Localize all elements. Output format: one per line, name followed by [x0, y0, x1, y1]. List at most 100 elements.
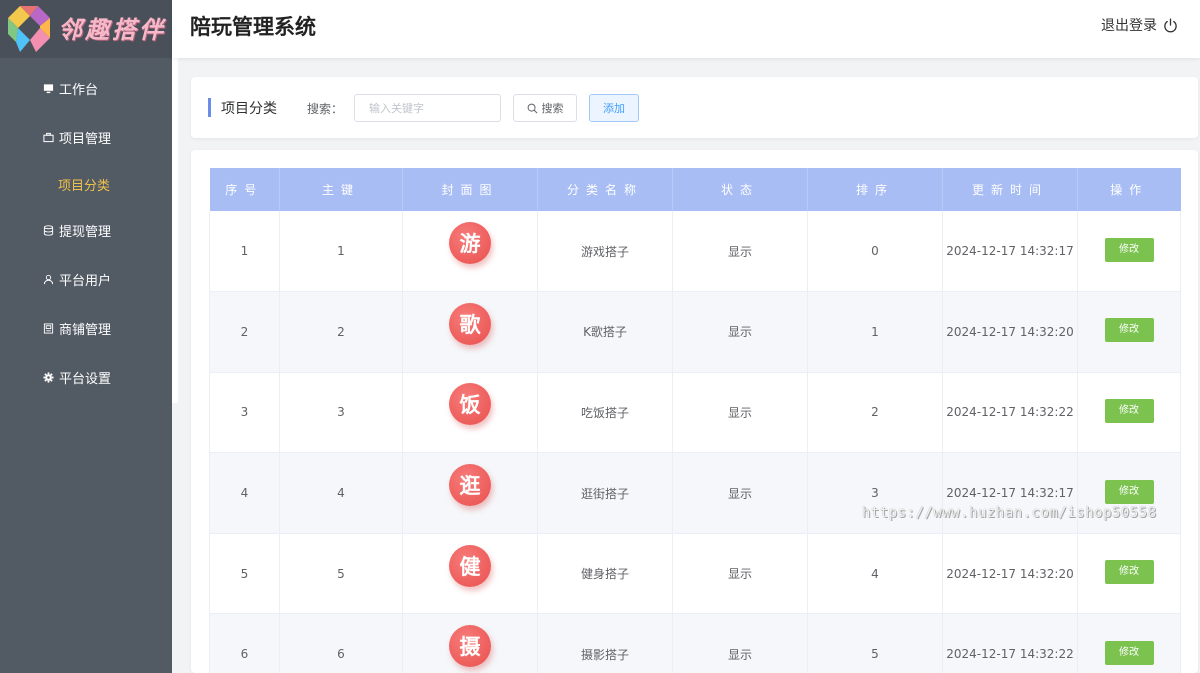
cell-status: 显示 [672, 613, 808, 673]
cell-id: 5 [279, 533, 403, 615]
cell-index: 1 [209, 211, 280, 293]
cell-cover: 健 [402, 533, 538, 615]
cell-status: 显示 [672, 291, 808, 373]
power-icon [1164, 17, 1177, 32]
column-header-sort[interactable]: 排序 [807, 168, 943, 211]
sidebar-item-withdrawal-management[interactable]: 提现管理 [0, 206, 172, 255]
section-title: 项目分类 [221, 101, 277, 117]
cell-name: 吃饭搭子 [537, 372, 673, 454]
cell-index: 2 [209, 291, 280, 373]
cell-id: 3 [279, 372, 403, 454]
cell-name: 摄影搭子 [537, 613, 673, 673]
table-header-row: 序号 主键 封面图 分类名称 状态 排序 更新时间 操作 [209, 168, 1181, 211]
sidebar-item-platform-users[interactable]: 平台用户 [0, 255, 172, 304]
sidebar-item-workbench[interactable]: 工作台 [0, 64, 172, 113]
cover-image: 饭 [449, 383, 491, 426]
search-button[interactable]: 搜索 [513, 94, 577, 122]
cell-id: 4 [279, 452, 403, 534]
logo-mark-icon [8, 6, 50, 52]
cell-updated: 2024-12-17 14:32:17 [942, 452, 1078, 534]
cell-index: 4 [209, 452, 280, 534]
cover-image: 健 [449, 544, 491, 587]
cell-action: 修改 [1077, 613, 1181, 673]
search-panel: 项目分类 搜索： 搜索 添加 [191, 77, 1198, 138]
cell-updated: 2024-12-17 14:32:20 [942, 291, 1078, 373]
cell-updated: 2024-12-17 14:32:17 [942, 211, 1078, 293]
cover-image: 摄 [449, 625, 491, 668]
cell-cover: 游 [402, 211, 538, 293]
cell-action: 修改 [1077, 211, 1181, 293]
sidebar-item-label: 提现管理 [59, 225, 112, 240]
column-header-action[interactable]: 操作 [1077, 168, 1181, 211]
cover-image: 游 [449, 222, 491, 265]
logout-label: 退出登录 [1101, 18, 1157, 34]
page-title: 陪玩管理系统 [190, 15, 316, 39]
shop-icon [42, 323, 54, 335]
search-input[interactable] [354, 94, 501, 122]
cell-id: 1 [279, 211, 403, 293]
column-header-index[interactable]: 序号 [209, 168, 280, 211]
sidebar-divider [172, 58, 178, 403]
logo-text: 邻趣搭伴 [58, 15, 166, 44]
cell-index: 3 [209, 372, 280, 454]
cell-cover: 摄 [402, 613, 538, 673]
cell-cover: 逛 [402, 452, 538, 534]
edit-button[interactable]: 修改 [1104, 398, 1154, 423]
cell-status: 显示 [672, 211, 808, 293]
sidebar-item-project-management[interactable]: 项目管理 [0, 113, 172, 162]
cell-index: 5 [209, 533, 280, 615]
sidebar-item-platform-settings[interactable]: 平台设置 [0, 353, 172, 402]
cell-sort: 5 [807, 613, 943, 673]
column-header-status[interactable]: 状态 [672, 168, 808, 211]
add-button[interactable]: 添加 [589, 94, 639, 122]
edit-button[interactable]: 修改 [1104, 560, 1154, 585]
cover-image: 逛 [449, 464, 491, 507]
top-header: 陪玩管理系统 退出登录 [172, 0, 1200, 58]
logo: 邻趣搭伴 [0, 0, 172, 58]
cell-index: 6 [209, 613, 280, 673]
table-row: 3 3 饭 吃饭搭子 显示 2 2024-12-17 14:32:22 修改 [209, 372, 1181, 454]
column-header-cover[interactable]: 封面图 [402, 168, 538, 211]
edit-button[interactable]: 修改 [1104, 318, 1154, 343]
sidebar-item-label: 平台用户 [59, 274, 112, 289]
cell-name: 健身搭子 [537, 533, 673, 615]
sidebar: 邻趣搭伴 工作台 项目管理 项目分类 提现管理 平台用户 商铺管理 平台设置 [0, 0, 178, 673]
sidebar-item-label: 平台设置 [59, 372, 112, 387]
sidebar-item-label: 项目分类 [58, 178, 111, 194]
cell-cover: 饭 [402, 372, 538, 454]
gear-icon [42, 372, 54, 384]
column-header-updated[interactable]: 更新时间 [942, 168, 1078, 211]
category-table: 序号 主键 封面图 分类名称 状态 排序 更新时间 操作 1 1 游 游戏搭子 … [209, 168, 1181, 673]
cell-sort: 0 [807, 211, 943, 293]
sidebar-item-project-category[interactable]: 项目分类 [0, 162, 172, 206]
cell-action: 修改 [1077, 533, 1181, 615]
briefcase-icon [42, 132, 54, 144]
cell-name: 逛街搭子 [537, 452, 673, 534]
cell-updated: 2024-12-17 14:32:20 [942, 533, 1078, 615]
cell-status: 显示 [672, 533, 808, 615]
logout-button[interactable]: 退出登录 [1101, 15, 1178, 35]
column-header-name[interactable]: 分类名称 [537, 168, 673, 211]
watermark: https://www.huzhan.com/ishop50558 [862, 505, 1157, 521]
table-row: 6 6 摄 摄影搭子 显示 5 2024-12-17 14:32:22 修改 [209, 613, 1181, 673]
edit-button[interactable]: 修改 [1104, 479, 1154, 504]
table-row: 2 2 歌 K歌搭子 显示 1 2024-12-17 14:32:20 修改 [209, 291, 1181, 373]
cell-sort: 3 [807, 452, 943, 534]
sidebar-nav: 工作台 项目管理 项目分类 提现管理 平台用户 商铺管理 平台设置 [0, 64, 172, 402]
cell-id: 6 [279, 613, 403, 673]
database-icon [42, 225, 54, 237]
cell-name: K歌搭子 [537, 291, 673, 373]
sidebar-item-shop-management[interactable]: 商铺管理 [0, 304, 172, 353]
column-header-id[interactable]: 主键 [279, 168, 403, 211]
edit-button[interactable]: 修改 [1104, 237, 1154, 262]
cell-updated: 2024-12-17 14:32:22 [942, 372, 1078, 454]
cover-image: 歌 [449, 302, 491, 345]
user-icon [42, 274, 54, 286]
search-label: 搜索： [307, 102, 344, 116]
section-accent-bar [208, 98, 211, 117]
table-row: 4 4 逛 逛街搭子 显示 3 2024-12-17 14:32:17 修改 [209, 452, 1181, 534]
cell-name: 游戏搭子 [537, 211, 673, 293]
search-button-label: 搜索 [541, 102, 564, 115]
monitor-icon [42, 83, 54, 95]
edit-button[interactable]: 修改 [1104, 640, 1154, 665]
